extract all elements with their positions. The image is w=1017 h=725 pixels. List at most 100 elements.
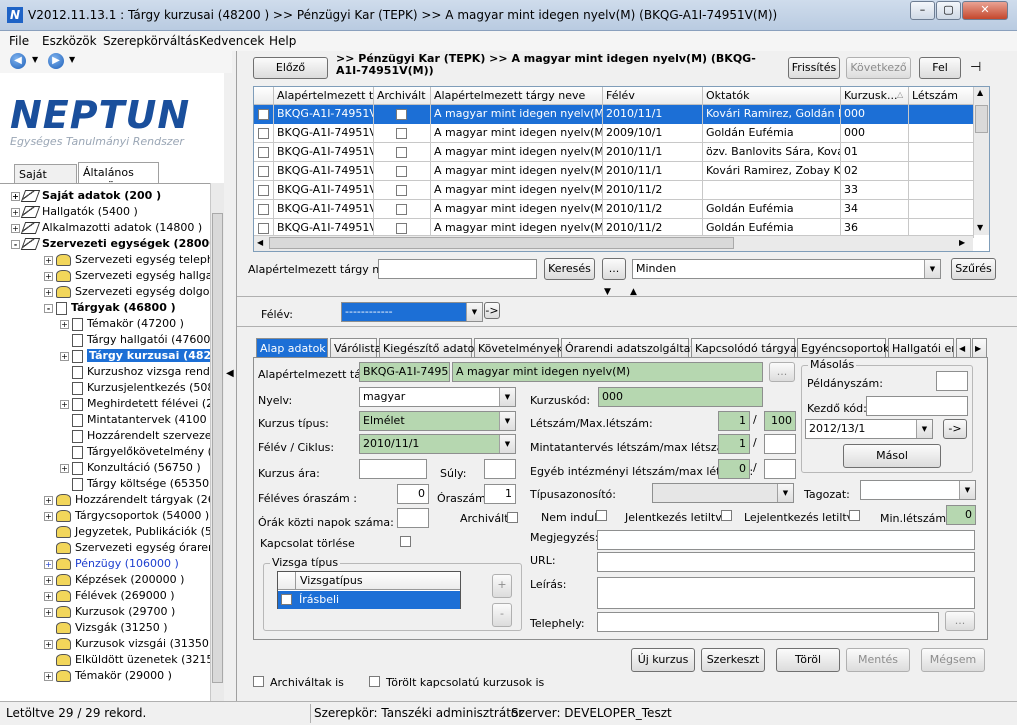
chevron-down-icon[interactable]: ▼ [924,260,940,278]
curriculum-capacity-max-input[interactable] [764,434,796,454]
table-row[interactable]: BKQG-A1I-74951V(M) A magyar mint idegen n… [254,162,974,181]
column-header[interactable]: Alapértelmezett tárgy neve [431,87,603,105]
copy-button[interactable]: Másol [843,444,941,468]
tab-waitlist[interactable]: Várólista [330,338,381,358]
tree-item[interactable]: Hozzárendelt szervezeti e [60,428,210,444]
save-button[interactable]: Mentés [846,648,910,672]
forward-dropdown-icon[interactable]: ▼ [69,55,75,64]
tree-item[interactable]: + Szervezeti egység telephelyei [44,252,210,268]
column-header[interactable]: Létszám [909,87,974,105]
new-course-button[interactable]: Új kurzus [631,648,695,672]
archived-checkbox[interactable] [396,185,407,196]
tree-item[interactable]: - Szervezeti egységek (28000 [11,236,210,252]
filter-button[interactable]: Szűrés [951,258,996,280]
edit-button[interactable]: Szerkeszt [701,648,765,672]
expand-icon[interactable]: + [11,207,20,217]
tree-scrollbar[interactable] [210,183,224,701]
tree-scroll-thumb[interactable] [212,213,223,683]
expand-icon[interactable]: + [44,255,53,265]
tab-timetable-data[interactable]: Órarendi adatszolgáltatás [561,338,707,358]
include-archived-checkbox[interactable] [253,676,264,687]
semester-select[interactable]: ------------ ▼ [341,302,483,322]
type-id-select[interactable]: ▼ [652,483,794,503]
expand-icon[interactable]: + [60,399,69,409]
column-header[interactable]: Archivált [374,87,431,105]
tab-own-menu[interactable]: Saját menü [14,164,77,194]
other-capacity-field[interactable]: 0 [718,459,750,479]
days-between-input[interactable] [397,508,429,528]
forward-icon[interactable]: ▶ [48,53,64,69]
table-row[interactable]: BKQG-A1I-74951V(M) A magyar mint idegen n… [254,105,974,124]
grid-scroll-up-icon[interactable]: ▲ [977,88,983,97]
tree-item[interactable]: + Szervezeti egység dolgozói (2 [44,284,210,300]
archived-checkbox[interactable] [396,166,407,177]
tab-individual-groups[interactable]: Egyéncsoportok [797,338,889,358]
delete-button[interactable]: Töröl [776,648,840,672]
menu-tools[interactable]: Eszközök [42,34,97,48]
copy-semester-go-button[interactable]: -> [943,419,967,439]
back-icon[interactable]: ◀ [10,53,26,69]
copies-input[interactable] [936,371,968,391]
add-exam-type-button[interactable]: + [492,574,512,598]
tree-item[interactable]: + Tárgy kurzusai (4820 [60,348,210,364]
tree-item[interactable]: Vizsgák (31250 ) [44,620,168,636]
expand-icon[interactable]: + [11,191,20,201]
tab-student-results[interactable]: Hallgatói ered [888,338,954,358]
chevron-down-icon[interactable]: ▼ [777,484,793,502]
chevron-down-icon[interactable]: ▼ [499,388,515,406]
expand-icon[interactable]: + [11,223,20,233]
prev-button[interactable]: Előző [253,57,328,79]
tree-item[interactable]: + Alkalmazotti adatok (14800 ) [11,220,202,236]
table-row[interactable]: BKQG-A1I-74951V(M) A magyar mint idegen n… [254,124,974,143]
grid-scroll-down-icon[interactable]: ▼ [977,223,983,232]
close-button[interactable]: ✕ [962,1,1008,20]
tree-item[interactable]: + Saját adatok (200 ) [11,188,161,204]
row-select-checkbox[interactable] [258,166,269,177]
dereg-disabled-checkbox[interactable] [849,510,860,521]
archived-checkbox[interactable] [507,512,518,523]
tree-item[interactable]: Tárgyelőkövetelmény (50 [60,444,210,460]
expand-icon[interactable]: + [44,607,53,617]
archived-checkbox[interactable] [396,223,407,234]
tab-extra-data[interactable]: Kiegészítő adatok [379,338,481,358]
course-code-field[interactable]: 000 [598,387,763,407]
minimize-button[interactable]: – [910,1,935,20]
row-select-checkbox[interactable] [258,109,269,120]
grid-vscrollbar[interactable]: ▲ ▼ [973,87,989,235]
back-dropdown-icon[interactable]: ▼ [32,55,38,64]
menu-favorites[interactable]: Kedvencek [199,34,264,48]
tree-item[interactable]: Tárgy hallgatói (47600 ) [60,332,210,348]
url-input[interactable] [597,552,975,572]
archived-checkbox[interactable] [396,147,407,158]
tree-item[interactable]: + Pénzügy (106000 ) [44,556,179,572]
search-dots-button[interactable]: ... [602,258,626,280]
archived-checkbox[interactable] [396,128,407,139]
tree-item[interactable]: Kurzushoz vizsga rendelé [60,364,210,380]
semester-go-button[interactable]: -> [484,302,500,319]
column-header[interactable]: Félév [603,87,703,105]
description-textarea[interactable] [597,577,975,609]
row-select-checkbox[interactable] [258,204,269,215]
table-row[interactable]: BKQG-A1I-74951V(M) A magyar mint idegen n… [254,143,974,162]
min-capacity-field[interactable]: 0 [946,505,976,525]
archived-checkbox[interactable] [396,204,407,215]
tree-item[interactable]: Szervezeti egység órarendje ( [44,540,210,556]
tree-item[interactable]: + Hallgatók (5400 ) [11,204,138,220]
expand-icon[interactable]: + [44,559,53,569]
expand-icon[interactable]: + [44,591,53,601]
semester-hours-input[interactable]: 0 [397,484,429,504]
delete-link-checkbox[interactable] [400,536,411,547]
tree-item[interactable]: Kurzusjelentkezés (50800 [60,380,210,396]
semester-cycle-select[interactable]: 2010/11/1 ▼ [359,434,516,454]
tree-item[interactable]: Tárgy költsége (65350 ) [60,476,210,492]
maximize-button[interactable]: ▢ [936,1,961,20]
tree-item[interactable]: + Témakör (47200 ) [60,316,184,332]
expand-icon[interactable]: + [60,463,69,473]
tree-item[interactable]: + Kurzusok (29700 ) [44,604,175,620]
start-code-input[interactable] [866,396,968,416]
expand-icon[interactable]: + [44,511,53,521]
tree-item[interactable]: + Képzések (200000 ) [44,572,184,588]
expand-icon[interactable]: + [44,671,53,681]
row-select-checkbox[interactable] [258,223,269,234]
hours-input[interactable]: 1 [484,484,516,504]
